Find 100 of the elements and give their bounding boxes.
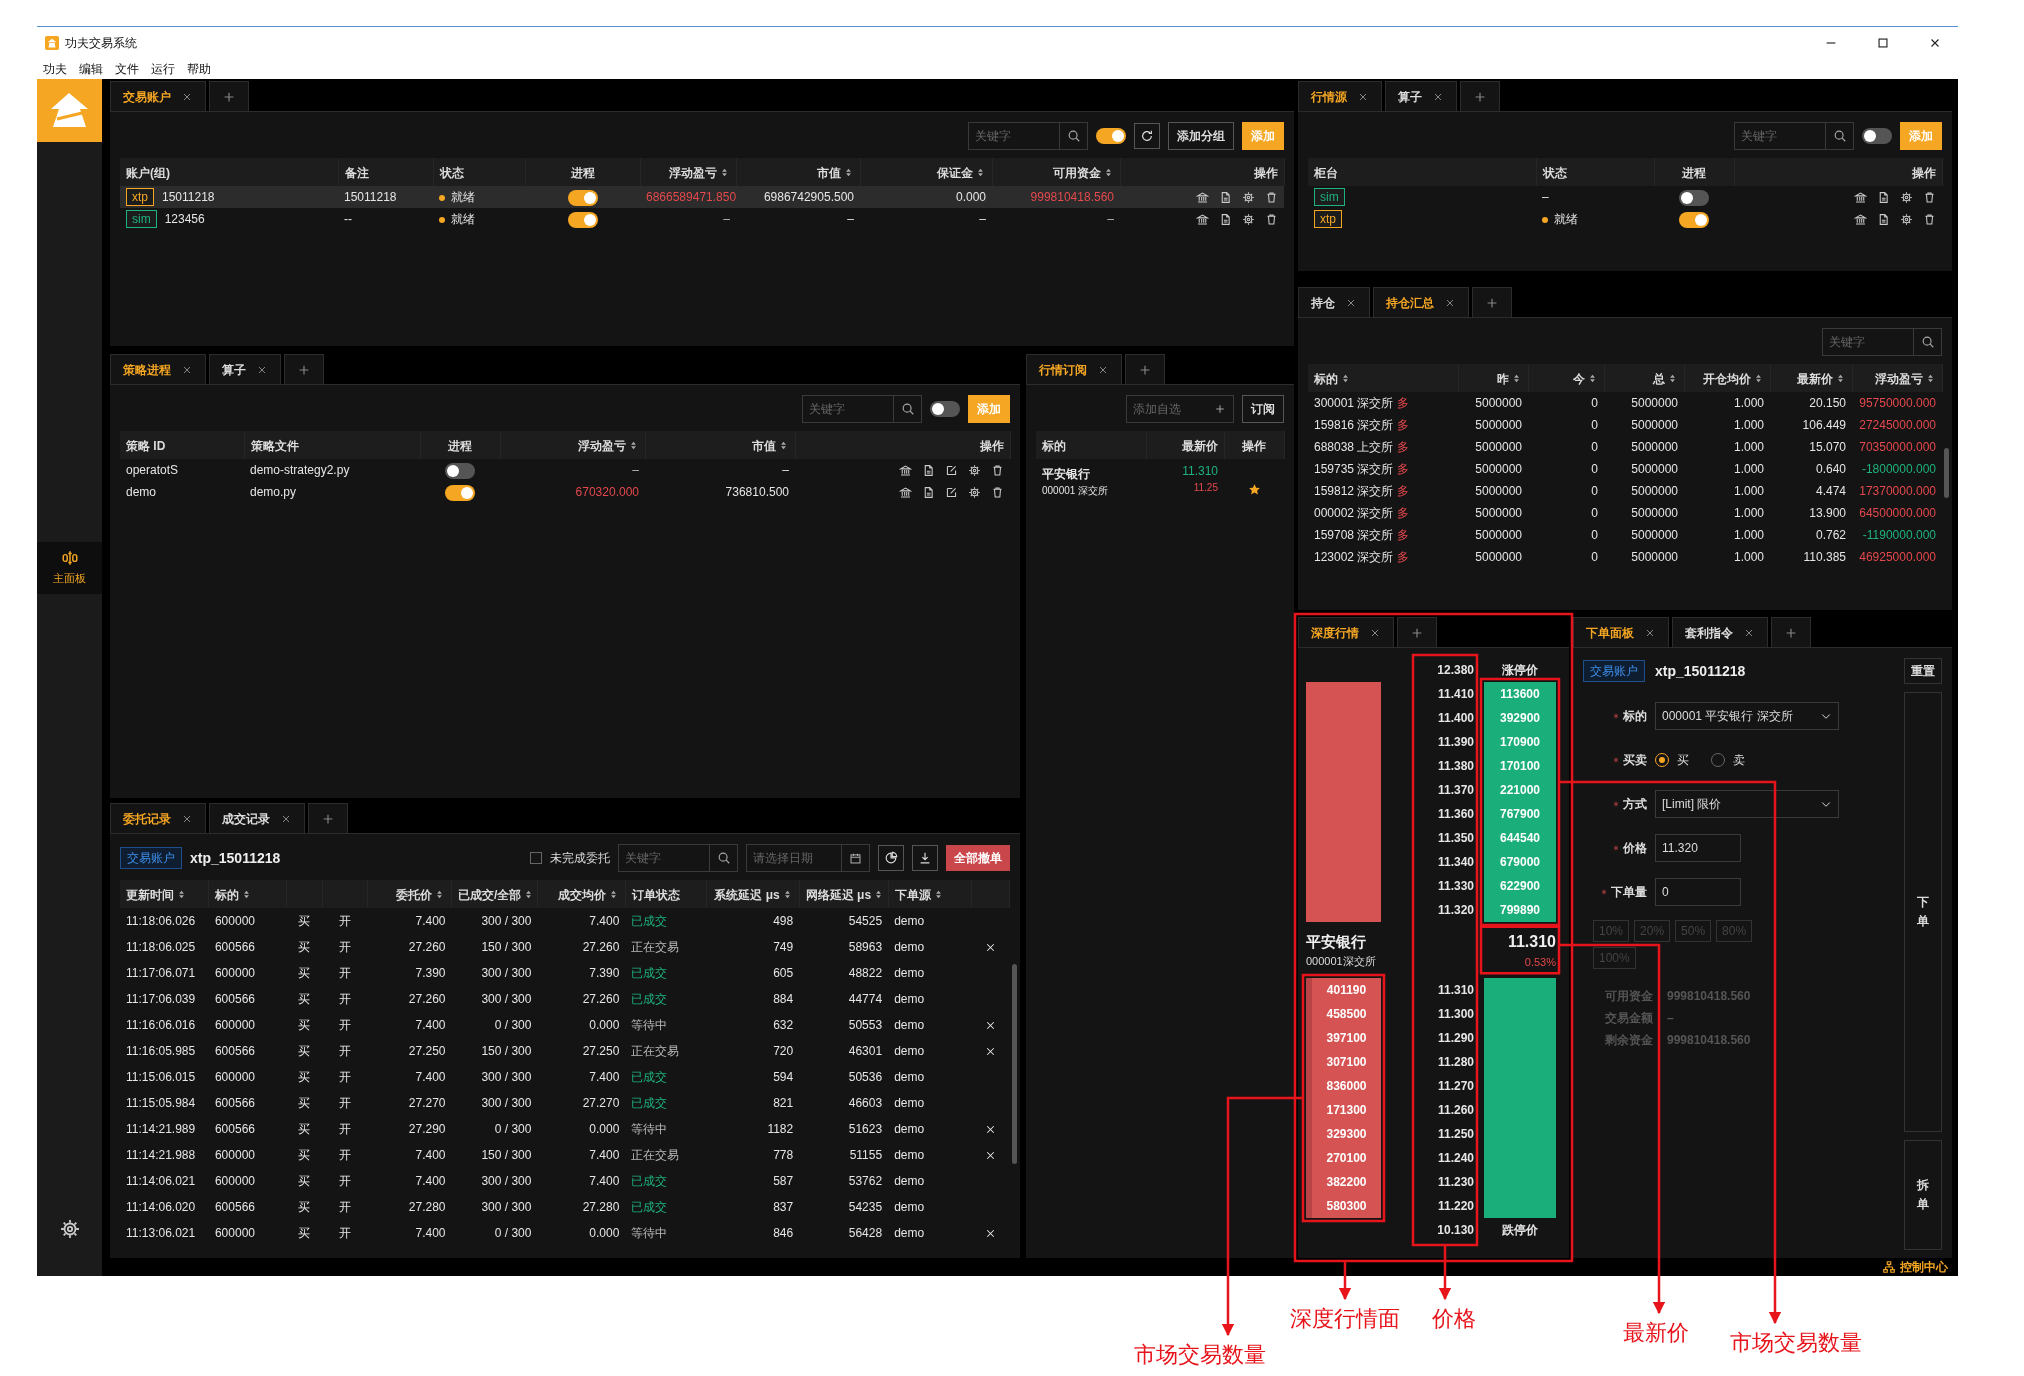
sort-icon[interactable] bbox=[1340, 372, 1351, 384]
menu-item[interactable]: 文件 bbox=[115, 59, 139, 78]
direction-label: 多 bbox=[1396, 550, 1409, 564]
file-icon[interactable] bbox=[1219, 190, 1232, 204]
file-icon[interactable] bbox=[1877, 190, 1890, 204]
toggle-switch[interactable] bbox=[1862, 128, 1892, 144]
trash-icon[interactable] bbox=[1265, 212, 1278, 226]
sidebar-item[interactable]: 主面板 bbox=[37, 542, 102, 594]
table-cell-text: 5000000 bbox=[1474, 527, 1523, 544]
bank-icon[interactable] bbox=[1196, 212, 1209, 226]
toggle-switch[interactable] bbox=[445, 484, 475, 501]
panel-tab[interactable]: 策略进程 bbox=[110, 354, 206, 384]
panel-tab[interactable]: 交易账户 bbox=[110, 81, 206, 111]
column-header: 网络延迟 μs bbox=[805, 887, 872, 902]
side-button[interactable]: 拆单 bbox=[1904, 1140, 1942, 1250]
settings-icon[interactable] bbox=[58, 1218, 81, 1240]
settings-icon[interactable] bbox=[968, 463, 981, 477]
panel-tab[interactable]: 行情源 bbox=[1298, 81, 1382, 111]
status-bar-button[interactable]: 控制中心 bbox=[1882, 1258, 1948, 1276]
pencil-icon[interactable] bbox=[945, 463, 958, 477]
pencil-icon[interactable] bbox=[945, 485, 958, 499]
select-field[interactable]: [Limit] 限价 bbox=[1655, 790, 1839, 818]
scrollbar[interactable] bbox=[1012, 964, 1017, 1164]
star-icon[interactable] bbox=[1247, 483, 1261, 497]
input-field[interactable]: 0 bbox=[1655, 878, 1741, 906]
table-cell-text: 27.280 bbox=[407, 1199, 447, 1216]
trash-icon[interactable] bbox=[1923, 212, 1936, 226]
trash-icon[interactable] bbox=[991, 485, 1004, 499]
panel-tab[interactable]: 持仓汇总 bbox=[1373, 287, 1469, 317]
search-button[interactable] bbox=[710, 844, 738, 872]
menu-item[interactable]: 运行 bbox=[151, 59, 175, 78]
checkbox[interactable] bbox=[530, 852, 542, 864]
panel-tab[interactable]: 成交记录 bbox=[209, 803, 305, 833]
toggle-switch[interactable] bbox=[445, 462, 475, 479]
column-header: 成交均价 bbox=[557, 887, 606, 902]
table-cell: 15011218 bbox=[338, 186, 433, 208]
toggle-switch[interactable] bbox=[1679, 211, 1709, 228]
panel-tab[interactable]: 深度行情 bbox=[1298, 617, 1394, 647]
trash-icon[interactable] bbox=[1265, 190, 1278, 204]
panel-tab[interactable]: 算子 bbox=[209, 354, 281, 384]
toggle-switch[interactable] bbox=[1096, 128, 1126, 144]
settings-icon[interactable] bbox=[1242, 212, 1255, 226]
column-header: 标的 bbox=[1314, 371, 1338, 386]
side-button[interactable]: 下单 bbox=[1904, 692, 1942, 1132]
search-field[interactable]: 关键字 bbox=[802, 395, 894, 423]
search-field[interactable]: 关键字 bbox=[618, 844, 710, 872]
table-cell: 6986742905.500 bbox=[736, 186, 860, 208]
scrollbar[interactable] bbox=[1944, 448, 1949, 498]
file-icon[interactable] bbox=[922, 463, 935, 477]
reset-button[interactable]: 重置 bbox=[1904, 658, 1942, 684]
menu-item[interactable]: 功夫 bbox=[43, 59, 67, 78]
bank-icon[interactable] bbox=[1854, 190, 1867, 204]
search-button[interactable] bbox=[1914, 328, 1942, 356]
toggle-switch[interactable] bbox=[930, 401, 960, 417]
chart-button[interactable] bbox=[878, 845, 904, 871]
bank-icon[interactable] bbox=[899, 463, 912, 477]
panel-tab[interactable]: 下单面板 bbox=[1573, 617, 1669, 647]
menu-item[interactable]: 帮助 bbox=[187, 59, 211, 78]
menu-item[interactable]: 编辑 bbox=[79, 59, 103, 78]
file-icon[interactable] bbox=[1877, 212, 1890, 226]
search-field[interactable]: 关键字 bbox=[1822, 328, 1914, 356]
settings-icon[interactable] bbox=[968, 485, 981, 499]
maximize-icon[interactable] bbox=[1876, 35, 1890, 50]
subscribe-button[interactable]: 订阅 bbox=[1242, 395, 1284, 423]
toggle-switch[interactable] bbox=[1679, 189, 1709, 206]
trash-icon[interactable] bbox=[1923, 190, 1936, 204]
settings-icon[interactable] bbox=[1242, 190, 1255, 204]
cancel-all-button[interactable]: 全部撤单 bbox=[946, 845, 1010, 871]
bank-icon[interactable] bbox=[899, 485, 912, 499]
add-button[interactable]: 添加分组 bbox=[1168, 122, 1234, 150]
sort-icon[interactable] bbox=[434, 888, 445, 900]
summary-label: 交易金额 bbox=[1605, 1010, 1654, 1027]
settings-icon[interactable] bbox=[1900, 212, 1913, 226]
search-button[interactable] bbox=[894, 395, 922, 423]
settings-icon[interactable] bbox=[1900, 190, 1913, 204]
table-cell: 498 bbox=[706, 908, 800, 934]
toggle-switch[interactable] bbox=[567, 189, 598, 206]
bank-icon[interactable] bbox=[1196, 190, 1209, 204]
trash-icon[interactable] bbox=[991, 463, 1004, 477]
panel-tab[interactable]: 算子 bbox=[1385, 81, 1457, 111]
download-button[interactable] bbox=[912, 845, 938, 871]
table-cell-text: 4.474 bbox=[1814, 483, 1847, 500]
toggle-switch[interactable] bbox=[567, 211, 598, 228]
date-field[interactable]: 请选择日期 bbox=[746, 844, 842, 872]
sort-icon[interactable] bbox=[176, 888, 187, 900]
panel-tab[interactable]: 套利指令 bbox=[1672, 617, 1768, 647]
table-cell-text: 7.390 bbox=[588, 965, 621, 982]
select-field[interactable]: 000001 平安银行 深交所 bbox=[1655, 702, 1839, 730]
refresh-button[interactable] bbox=[1134, 123, 1160, 149]
bank-icon[interactable] bbox=[1854, 212, 1867, 226]
search-field[interactable]: 关键字 bbox=[1734, 122, 1826, 150]
input-field[interactable]: 11.320 bbox=[1655, 834, 1741, 862]
file-icon[interactable] bbox=[922, 485, 935, 499]
file-icon[interactable] bbox=[1219, 212, 1232, 226]
search-button[interactable] bbox=[1060, 122, 1088, 150]
search-button[interactable] bbox=[1826, 122, 1854, 150]
search-field[interactable]: 关键字 bbox=[968, 122, 1060, 150]
panel-tab[interactable]: 持仓 bbox=[1298, 287, 1370, 317]
panel-tab[interactable]: 委托记录 bbox=[110, 803, 206, 833]
panel-tab[interactable]: 行情订阅 bbox=[1026, 354, 1122, 384]
